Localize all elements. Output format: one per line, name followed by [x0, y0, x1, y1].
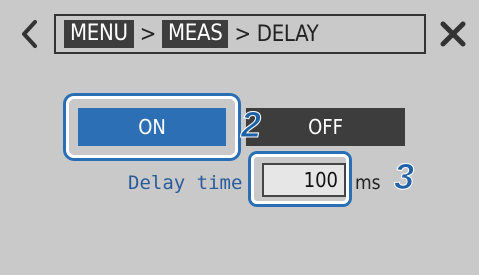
breadcrumb-separator: >: [139, 21, 157, 47]
back-button[interactable]: [14, 14, 44, 54]
breadcrumb-menu[interactable]: MENU: [64, 20, 134, 48]
breadcrumb: MENU > MEAS > DELAY: [54, 14, 426, 54]
step-3-marker: 3: [393, 156, 415, 198]
delay-time-input[interactable]: 100: [262, 163, 346, 197]
breadcrumb-meas[interactable]: MEAS: [161, 20, 229, 48]
off-button[interactable]: OFF: [246, 108, 405, 146]
delay-settings-screen: MENU > MEAS > DELAY ON OFF 2 Delay time …: [0, 0, 479, 275]
on-button[interactable]: ON: [78, 108, 226, 146]
close-button[interactable]: [436, 14, 470, 54]
chevron-left-icon: [22, 20, 37, 48]
breadcrumb-separator: >: [234, 21, 251, 47]
step-2-marker: 2: [240, 104, 262, 146]
close-x-icon: [440, 21, 466, 47]
delay-unit: ms: [355, 172, 381, 194]
breadcrumb-delay: DELAY: [256, 21, 319, 47]
delay-time-label: Delay time: [128, 172, 243, 194]
